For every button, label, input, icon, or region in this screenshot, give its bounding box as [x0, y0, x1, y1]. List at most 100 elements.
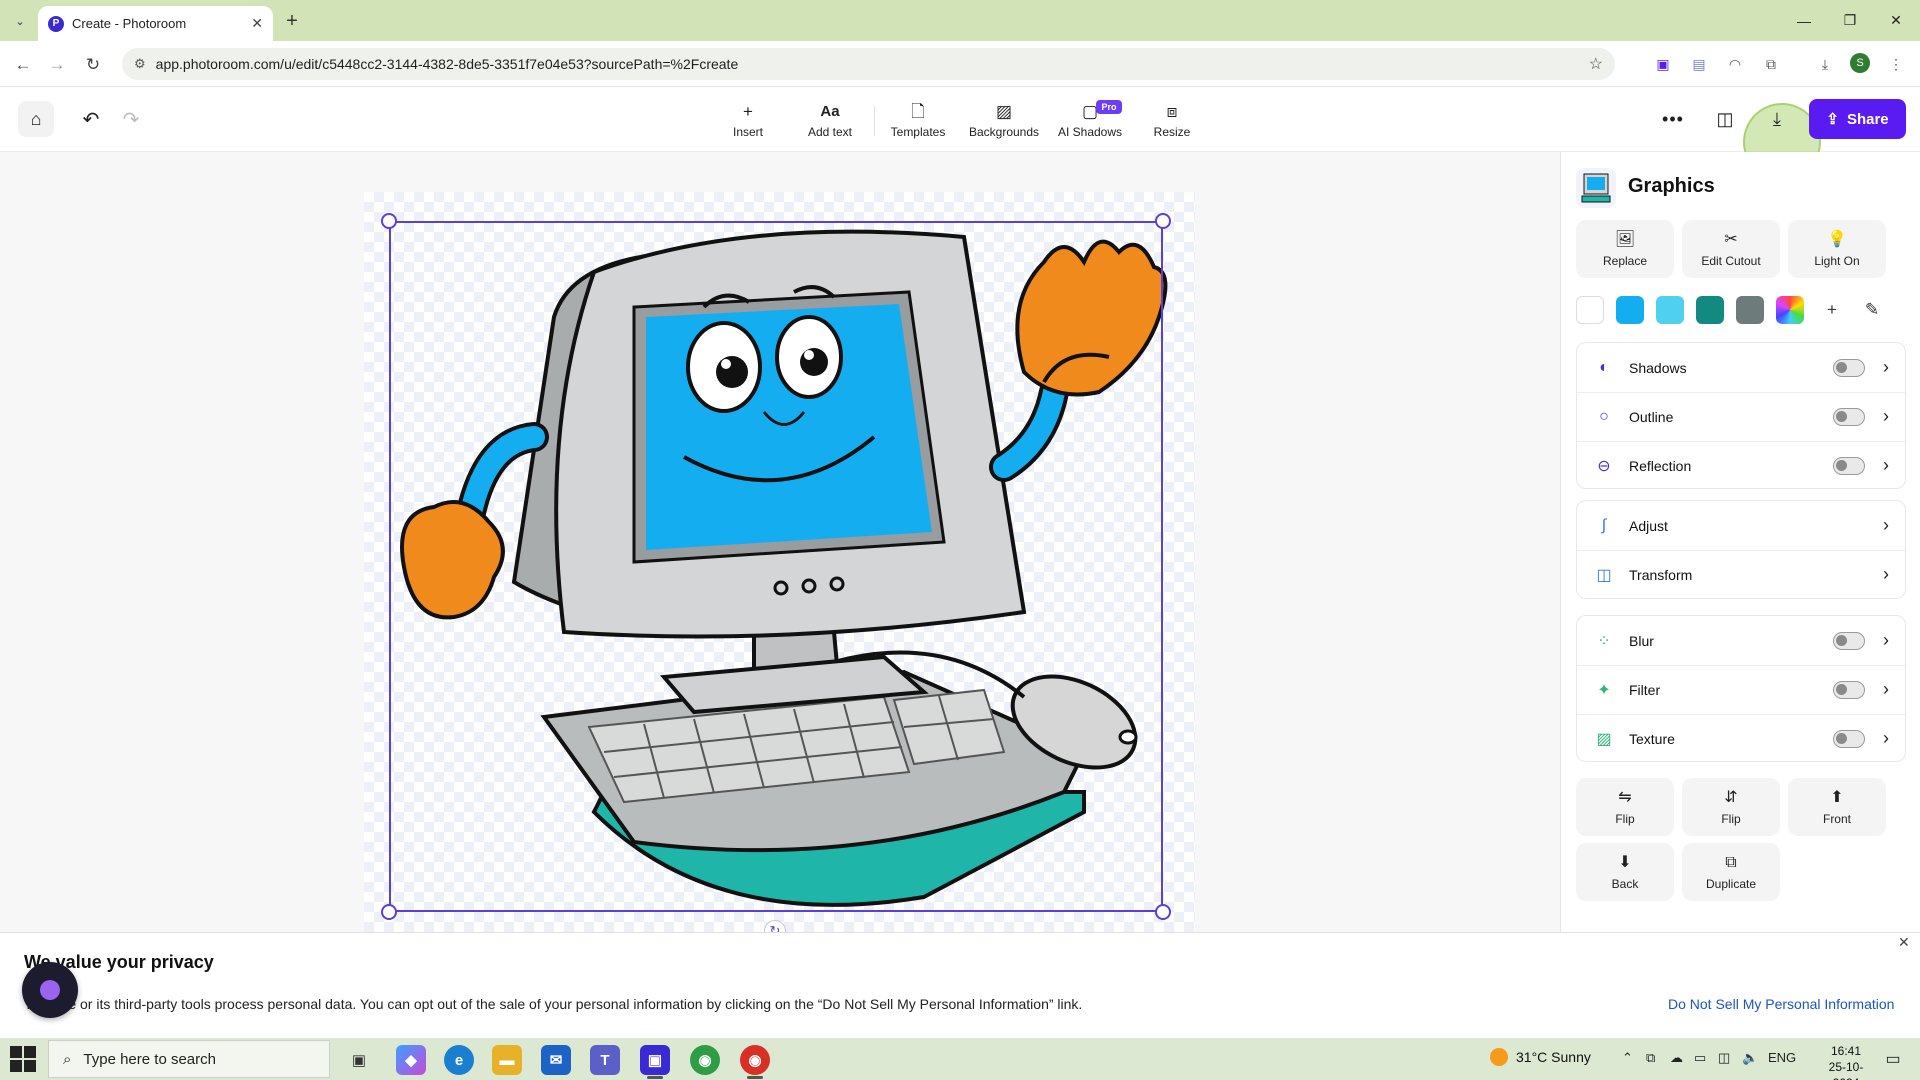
- reload-button[interactable]: ↻: [78, 50, 108, 80]
- bookmark-star-icon[interactable]: ☆: [1589, 54, 1603, 74]
- battery-icon[interactable]: ▭: [1694, 1050, 1706, 1066]
- color-picker-rainbow[interactable]: [1776, 296, 1804, 324]
- filter-toggle[interactable]: [1833, 680, 1865, 699]
- eyedropper-icon[interactable]: ✎: [1858, 296, 1886, 324]
- close-tab-icon[interactable]: ✕: [251, 15, 263, 32]
- texture-row[interactable]: ▨ Texture ›: [1577, 714, 1905, 763]
- download-button[interactable]: ⤓: [1762, 104, 1792, 134]
- close-window-button[interactable]: ✕: [1873, 0, 1919, 41]
- browser-tab-active[interactable]: P Create - Photoroom ✕: [38, 6, 273, 41]
- color-swatch-light-blue[interactable]: [1656, 296, 1684, 324]
- volume-icon[interactable]: 🔈: [1742, 1050, 1758, 1066]
- resize-handle-bottom-right[interactable]: [1155, 904, 1171, 920]
- share-label: Share: [1846, 110, 1889, 128]
- transform-row[interactable]: ◫ Transform ›: [1577, 550, 1905, 599]
- filter-row[interactable]: ✦ Filter ›: [1577, 665, 1905, 714]
- undo-button[interactable]: ↶: [76, 104, 106, 134]
- replace-button[interactable]: 🖼 Replace: [1576, 220, 1674, 278]
- edit-cutout-button[interactable]: ✂ Edit Cutout: [1682, 220, 1780, 278]
- selection-box[interactable]: [389, 221, 1163, 912]
- flip-vertical-button[interactable]: ⇵ Flip: [1682, 778, 1780, 836]
- tab-search-chevron-icon[interactable]: ⌄: [8, 9, 32, 33]
- extension-icon[interactable]: ▤: [1687, 52, 1711, 76]
- profile-avatar[interactable]: S: [1850, 53, 1870, 73]
- weather-widget[interactable]: 31°C Sunny: [1490, 1048, 1591, 1066]
- templates-button[interactable]: 🗋 Templates: [886, 97, 950, 145]
- edge-icon[interactable]: e: [444, 1045, 474, 1075]
- do-not-sell-link[interactable]: Do Not Sell My Personal Information: [1668, 996, 1894, 1012]
- privacy-text: This site or its third-party tools proce…: [24, 996, 1083, 1012]
- browser-menu-icon[interactable]: ⋮: [1884, 52, 1908, 76]
- share-button[interactable]: ⇪ Share: [1809, 99, 1906, 139]
- copilot-icon[interactable]: ◆: [396, 1045, 426, 1075]
- tray-chevron-icon[interactable]: ⌃: [1622, 1050, 1633, 1066]
- site-info-icon[interactable]: ⚙: [134, 56, 146, 72]
- url-field[interactable]: ⚙ app.photoroom.com/u/edit/c5448cc2-3144…: [122, 48, 1615, 80]
- texture-toggle[interactable]: [1833, 729, 1865, 748]
- file-explorer-icon[interactable]: ▬: [492, 1045, 522, 1075]
- flip-horizontal-icon: ⇋: [1618, 788, 1632, 806]
- insert-button[interactable]: + Insert: [728, 97, 768, 145]
- send-back-button[interactable]: ⬇ Back: [1576, 843, 1674, 901]
- outline-row[interactable]: ○ Outline ›: [1577, 392, 1905, 441]
- taskbar-search[interactable]: ⌕ Type here to search: [48, 1040, 330, 1078]
- task-view-icon[interactable]: ▣: [344, 1045, 374, 1075]
- add-text-button[interactable]: Aa Add text: [804, 97, 856, 145]
- new-tab-button[interactable]: +: [280, 9, 304, 33]
- language-indicator[interactable]: ENG: [1768, 1050, 1796, 1065]
- windows-start-icon[interactable]: [10, 1046, 36, 1072]
- notifications-icon[interactable]: ▭: [1880, 1047, 1906, 1071]
- backgrounds-button[interactable]: ▨ Backgrounds: [966, 97, 1042, 145]
- chrome-icon[interactable]: ◉: [690, 1045, 720, 1075]
- minimize-button[interactable]: —: [1781, 0, 1827, 41]
- toolbar-divider: [874, 106, 875, 136]
- resize-handle-bottom-left[interactable]: [381, 904, 397, 920]
- color-swatch-white[interactable]: [1576, 296, 1604, 324]
- bring-front-button[interactable]: ⬆ Front: [1788, 778, 1886, 836]
- redo-button[interactable]: ↷: [116, 104, 146, 134]
- blur-toggle[interactable]: [1833, 631, 1865, 650]
- light-on-button[interactable]: 💡 Light On: [1788, 220, 1886, 278]
- more-options-button[interactable]: •••: [1659, 105, 1687, 133]
- color-swatch-teal[interactable]: [1696, 296, 1724, 324]
- resize-handle-top-right[interactable]: [1155, 213, 1171, 229]
- back-button[interactable]: ←: [8, 50, 38, 80]
- image-icon: 🖼: [1614, 230, 1636, 248]
- chevron-right-icon: ›: [1883, 679, 1889, 699]
- outline-toggle[interactable]: [1833, 407, 1865, 426]
- effects-group-adjust: ∫ Adjust › ◫ Transform ›: [1576, 500, 1906, 599]
- extension-icon[interactable]: ▣: [1651, 52, 1675, 76]
- cloud-icon[interactable]: ☁: [1670, 1050, 1683, 1066]
- clock[interactable]: 16:41 25-10-2024: [1816, 1043, 1876, 1080]
- add-color-icon[interactable]: +: [1818, 296, 1846, 324]
- network-icon[interactable]: ◫: [1718, 1050, 1730, 1066]
- duplicate-button[interactable]: ⧉ Duplicate: [1682, 843, 1780, 901]
- reflection-row[interactable]: ⊖ Reflection ›: [1577, 441, 1905, 490]
- compare-view-button[interactable]: ◫: [1711, 105, 1739, 133]
- extensions-puzzle-icon[interactable]: ⧉: [1759, 52, 1783, 76]
- tray-app-icon[interactable]: ⧉: [1646, 1050, 1655, 1066]
- resize-button[interactable]: ⧈ Resize: [1150, 97, 1194, 145]
- chrome-icon[interactable]: ◉: [740, 1045, 770, 1075]
- home-button[interactable]: ⌂: [18, 101, 54, 137]
- reflection-toggle[interactable]: [1833, 456, 1865, 475]
- forward-button[interactable]: →: [42, 50, 72, 80]
- color-swatch-blue[interactable]: [1616, 296, 1644, 324]
- resize-handle-top-left[interactable]: [381, 213, 397, 229]
- blur-row[interactable]: ⁘ Blur ›: [1577, 616, 1905, 665]
- shadows-row[interactable]: ◐ Shadows ›: [1577, 343, 1905, 392]
- close-banner-icon[interactable]: ✕: [1898, 934, 1910, 951]
- restore-button[interactable]: ❐: [1827, 0, 1873, 41]
- teams-icon[interactable]: T: [590, 1045, 620, 1075]
- downloads-icon[interactable]: ⤓: [1813, 52, 1837, 76]
- shadows-toggle[interactable]: [1833, 358, 1865, 377]
- adjust-row[interactable]: ∫ Adjust ›: [1577, 501, 1905, 550]
- flip-horizontal-button[interactable]: ⇋ Flip: [1576, 778, 1674, 836]
- color-swatch-gray[interactable]: [1736, 296, 1764, 324]
- extension-icon[interactable]: ◠: [1723, 52, 1747, 76]
- search-icon: ⌕: [63, 1050, 72, 1068]
- edit-cutout-label: Edit Cutout: [1701, 253, 1761, 268]
- assistant-bubble-button[interactable]: [22, 962, 78, 1018]
- photoroom-app-icon[interactable]: ▣: [640, 1045, 670, 1075]
- mail-icon[interactable]: ✉: [541, 1045, 571, 1075]
